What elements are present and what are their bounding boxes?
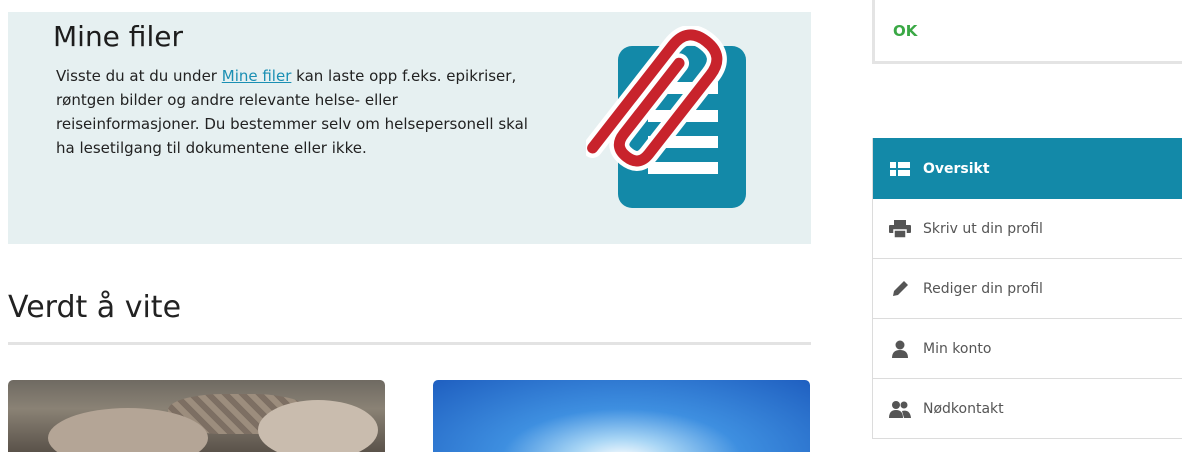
files-card-title: Mine filer bbox=[53, 20, 183, 53]
hand-shape bbox=[258, 400, 378, 452]
files-link[interactable]: Mine filer bbox=[222, 67, 292, 85]
status-panel: OK bbox=[872, 0, 1182, 64]
menu-item-label: Min konto bbox=[923, 340, 992, 357]
user-icon bbox=[887, 339, 913, 359]
menu-item-edit-profile[interactable]: Rediger din profil bbox=[873, 259, 1182, 319]
grid-list-icon bbox=[887, 159, 913, 179]
menu-item-label: Nødkontakt bbox=[923, 400, 1004, 417]
menu-item-label: Skriv ut din profil bbox=[923, 220, 1043, 237]
files-card-text-start: Visste du at du under bbox=[56, 67, 222, 85]
profile-menu: Oversikt Skriv ut din profil Rediger din… bbox=[872, 138, 1182, 439]
section-divider bbox=[8, 342, 811, 345]
menu-item-label: Rediger din profil bbox=[923, 280, 1043, 297]
menu-item-oversikt[interactable]: Oversikt bbox=[873, 138, 1182, 199]
menu-item-my-account[interactable]: Min konto bbox=[873, 319, 1182, 379]
worth-knowing-title: Verdt å vite bbox=[8, 290, 182, 325]
menu-item-print-profile[interactable]: Skriv ut din profil bbox=[873, 199, 1182, 259]
menu-item-label: Oversikt bbox=[923, 160, 990, 177]
menu-item-emergency-contact[interactable]: Nødkontakt bbox=[873, 379, 1182, 439]
status-ok-text: OK bbox=[893, 22, 918, 40]
users-icon bbox=[887, 399, 913, 419]
paperclip-document-icon bbox=[586, 26, 746, 208]
pencil-icon bbox=[887, 279, 913, 299]
files-card-text: Visste du at du under Mine filer kan las… bbox=[56, 64, 536, 160]
printer-icon bbox=[887, 219, 913, 239]
article-image-sky[interactable] bbox=[433, 380, 810, 452]
article-image-hands[interactable] bbox=[8, 380, 385, 452]
files-info-card: Mine filer Visste du at du under Mine fi… bbox=[8, 12, 811, 244]
